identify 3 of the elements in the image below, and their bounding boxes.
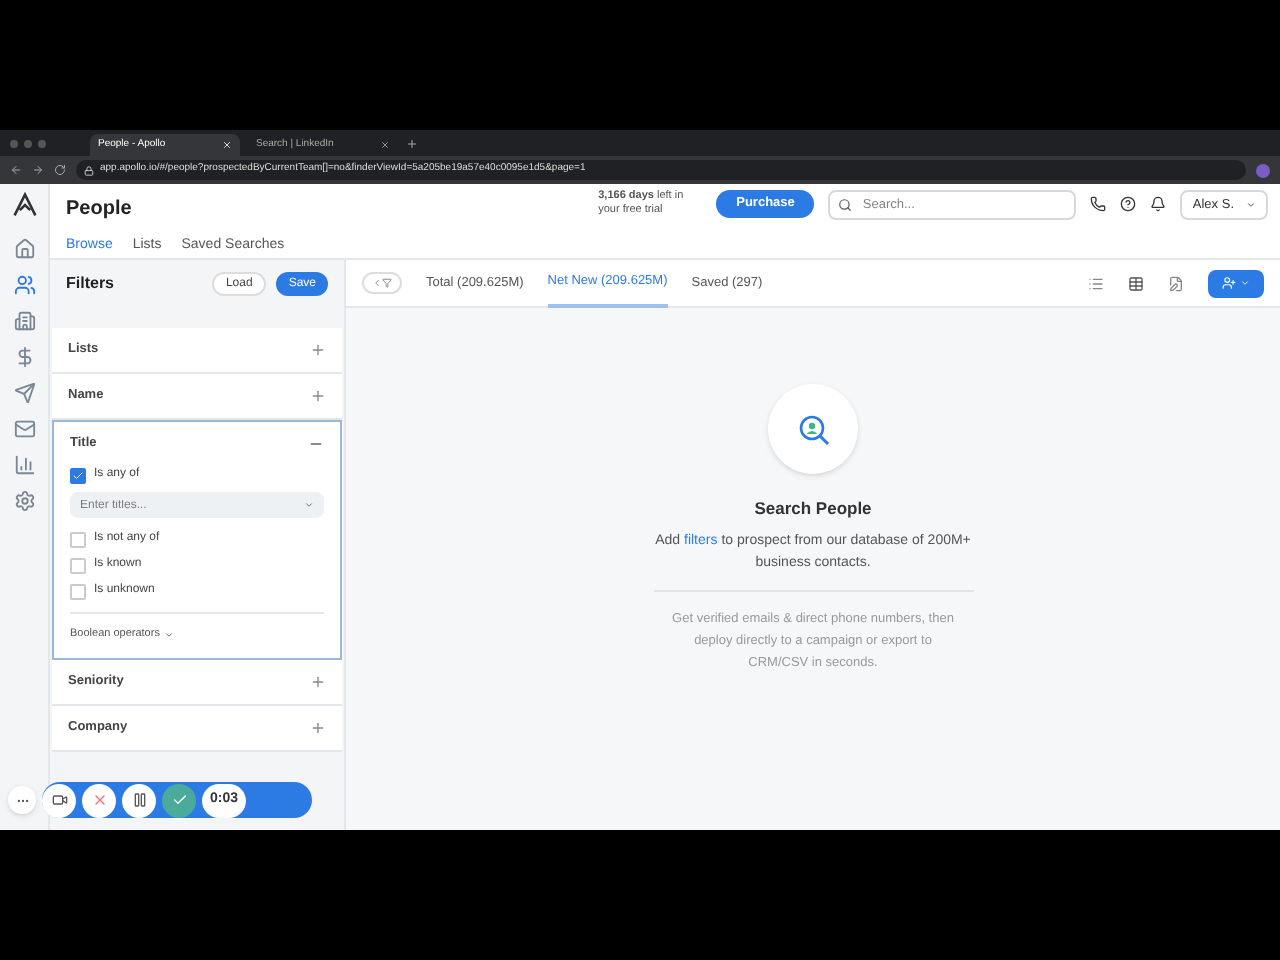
page-title: People xyxy=(66,196,134,224)
filters-title: Filters xyxy=(66,272,117,296)
empty-state-title: Search People xyxy=(754,496,872,522)
